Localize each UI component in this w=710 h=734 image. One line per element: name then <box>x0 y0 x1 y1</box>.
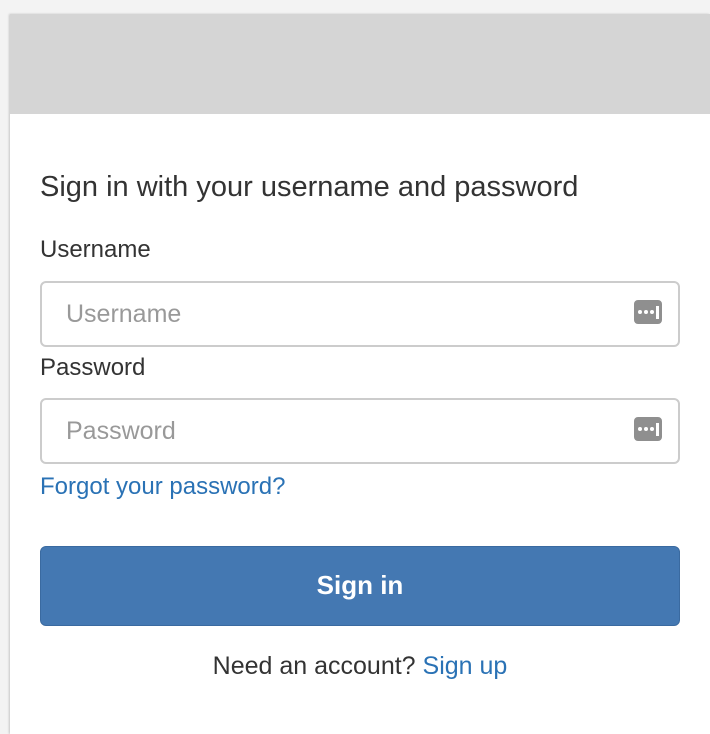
username-input[interactable] <box>66 283 626 345</box>
forgot-password-link[interactable]: Forgot your password? <box>40 472 285 502</box>
password-manager-key-icon[interactable] <box>634 300 662 324</box>
sign-up-link[interactable]: Sign up <box>423 652 508 680</box>
sign-in-panel: Sign in with your username and password … <box>10 14 710 734</box>
password-label: Password <box>40 354 146 381</box>
sign-in-button[interactable]: Sign in <box>40 546 680 626</box>
username-label: Username <box>40 236 151 263</box>
password-manager-key-icon[interactable] <box>634 417 662 441</box>
signup-prompt: Need an account? <box>212 652 416 680</box>
form-heading: Sign in with your username and password <box>40 171 579 203</box>
password-input[interactable] <box>66 400 626 462</box>
signup-row: Need an account? Sign up <box>10 651 710 681</box>
header-banner <box>10 14 710 114</box>
password-field[interactable] <box>40 398 680 464</box>
username-field[interactable] <box>40 281 680 347</box>
